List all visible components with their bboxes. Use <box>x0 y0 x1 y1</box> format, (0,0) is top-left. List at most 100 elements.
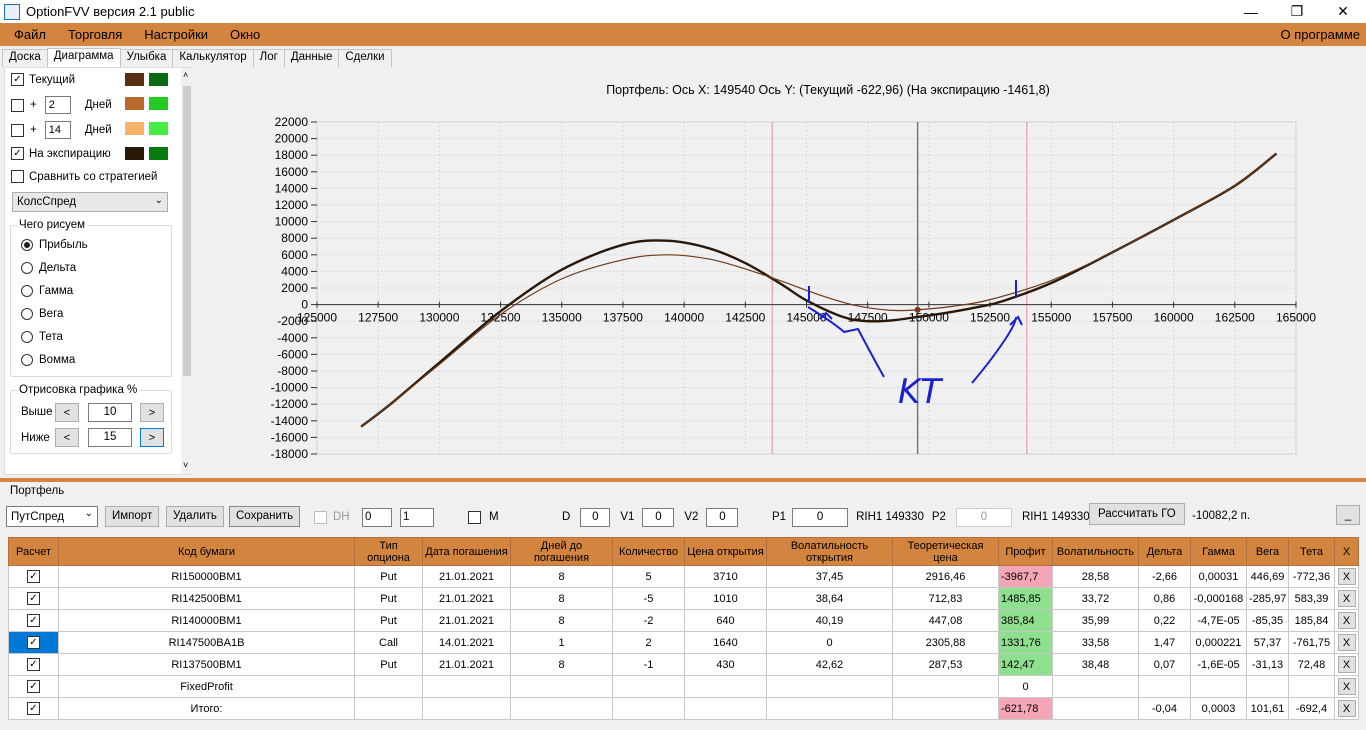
v2-input[interactable]: 0 <box>706 507 739 527</box>
compare-checkbox[interactable] <box>11 170 24 183</box>
radio-delta[interactable] <box>21 262 33 274</box>
cell-type[interactable]: Put <box>354 653 423 676</box>
cell-theta[interactable]: -761,75 <box>1288 631 1335 654</box>
col-qty[interactable]: Количество <box>612 537 685 566</box>
cell-vol[interactable]: 35,99 <box>1052 609 1139 632</box>
cell-vega[interactable]: -85,35 <box>1246 609 1289 632</box>
minimize-button[interactable]: — <box>1228 0 1274 23</box>
tab-smile[interactable]: Улыбка <box>119 49 174 67</box>
cell-gamma[interactable]: 0,00031 <box>1190 565 1247 588</box>
row-calc-cell[interactable]: ✓ <box>8 565 59 588</box>
radio-vega[interactable] <box>21 308 33 320</box>
row-calc-checkbox[interactable]: ✓ <box>27 680 40 693</box>
m-checkbox[interactable] <box>468 510 481 524</box>
col-vega[interactable]: Вега <box>1246 537 1289 566</box>
cell-code[interactable]: RI142500BM1 <box>58 587 355 610</box>
days2-color-swatch-2[interactable] <box>149 122 168 135</box>
table-row[interactable]: ✓ Итого: -621,78 -0,04 0,0003 101,61 -692,4 X <box>8 697 1359 720</box>
radio-gamma[interactable] <box>21 285 33 297</box>
cell-days[interactable]: 8 <box>510 653 613 676</box>
cell-gamma[interactable]: 0,000221 <box>1190 631 1247 654</box>
current-color-swatch[interactable] <box>125 73 144 86</box>
below-increase-button[interactable]: > <box>140 428 164 447</box>
tab-log[interactable]: Лог <box>252 49 285 67</box>
restore-button[interactable]: ❐ <box>1274 0 1320 23</box>
cell-gamma[interactable]: -1,6E-05 <box>1190 653 1247 676</box>
cell-profit[interactable]: 1331,76 <box>998 631 1053 654</box>
cell-theta[interactable]: 72,48 <box>1288 653 1335 676</box>
cell-delta[interactable]: 0,07 <box>1138 653 1191 676</box>
import-button[interactable]: Импорт <box>105 505 160 527</box>
cell-qty[interactable]: 2 <box>612 631 685 654</box>
cell-open-price[interactable]: 1640 <box>684 631 767 654</box>
days2-color-swatch[interactable] <box>125 122 144 135</box>
p2-input[interactable]: 0 <box>955 507 1012 527</box>
above-increase-button[interactable]: > <box>140 403 164 422</box>
row-calc-checkbox[interactable]: ✓ <box>27 570 40 583</box>
cell-theo[interactable]: 2305,88 <box>892 631 999 654</box>
strategy-select[interactable]: КолсСпред ⌄ <box>12 192 168 212</box>
tab-data[interactable]: Данные <box>283 49 340 67</box>
remove-row-button[interactable]: X <box>1337 590 1356 607</box>
cell-theo[interactable]: 447,08 <box>892 609 999 632</box>
portfolio-select[interactable]: ПутСпред ⌄ <box>6 506 98 527</box>
tab-board[interactable]: Доска <box>2 49 48 67</box>
col-theta[interactable]: Тета <box>1288 537 1335 566</box>
cell-theta[interactable]: 185,84 <box>1288 609 1335 632</box>
expiry-color-swatch-2[interactable] <box>149 147 168 160</box>
cell-open-vol[interactable]: 38,64 <box>766 587 893 610</box>
cell-vol[interactable]: 38,48 <box>1052 653 1139 676</box>
cell-code[interactable]: RI137500BM1 <box>58 653 355 676</box>
tab-deals[interactable]: Сделки <box>338 49 392 67</box>
days2-input[interactable]: 14 <box>44 121 71 139</box>
cell-theo[interactable]: 2916,46 <box>892 565 999 588</box>
row-calc-cell[interactable]: ✓ <box>8 697 59 720</box>
row-calc-checkbox[interactable]: ✓ <box>27 592 40 605</box>
cell-theo[interactable]: 287,53 <box>892 653 999 676</box>
row-calc-checkbox[interactable]: ✓ <box>27 636 40 649</box>
cell-delta[interactable]: 1,47 <box>1138 631 1191 654</box>
cell-gamma[interactable]: -0,000168 <box>1190 587 1247 610</box>
cell-code[interactable]: RI150000BM1 <box>58 565 355 588</box>
tab-diagram[interactable]: Диаграмма <box>46 48 121 68</box>
cell-vol[interactable]: 28,58 <box>1052 565 1139 588</box>
col-type[interactable]: Тип опциона <box>354 537 423 566</box>
col-profit[interactable]: Профит <box>998 537 1053 566</box>
table-row[interactable]: ✓ RI150000BM1 Put 21.01.2021 8 5 3710 37,45 2916… <box>8 565 1359 588</box>
splitter[interactable] <box>0 478 1366 482</box>
cell-open-price[interactable]: 1010 <box>684 587 767 610</box>
cell-open-vol[interactable]: 40,19 <box>766 609 893 632</box>
v1-input[interactable]: 0 <box>642 507 675 527</box>
remove-row-button[interactable]: X <box>1337 568 1356 585</box>
remove-row-button[interactable]: X <box>1337 700 1356 717</box>
radio-profit[interactable] <box>21 239 33 251</box>
row-calc-cell[interactable]: ✓ <box>8 587 59 610</box>
below-value[interactable]: 15 <box>88 428 132 447</box>
cell-delta[interactable]: 0,86 <box>1138 587 1191 610</box>
panel-scrollbar[interactable]: ˄ ˅ <box>181 68 193 474</box>
radio-theta[interactable] <box>21 331 33 343</box>
cell-open-vol[interactable]: 37,45 <box>766 565 893 588</box>
col-gamma[interactable]: Гамма <box>1190 537 1247 566</box>
cell-vega[interactable]: -285,97 <box>1246 587 1289 610</box>
cell-open-price[interactable]: 3710 <box>684 565 767 588</box>
expiry-color-swatch[interactable] <box>125 147 144 160</box>
col-expiry[interactable]: Дата погашения <box>422 537 511 566</box>
cell-code[interactable]: RI147500BA1B <box>58 631 355 654</box>
cell-days[interactable]: 8 <box>510 565 613 588</box>
scroll-thumb[interactable] <box>183 86 191 376</box>
below-decrease-button[interactable]: < <box>55 428 79 447</box>
cell-type[interactable]: Call <box>354 631 423 654</box>
row-calc-cell[interactable]: ✓ <box>8 653 59 676</box>
cell-delta[interactable]: 0,22 <box>1138 609 1191 632</box>
above-decrease-button[interactable]: < <box>55 403 79 422</box>
cell-open-price[interactable]: 430 <box>684 653 767 676</box>
scroll-down-icon[interactable]: ˅ <box>183 460 188 470</box>
above-value[interactable]: 10 <box>88 403 132 422</box>
current-checkbox[interactable]: ✓ <box>11 73 24 86</box>
cell-theo[interactable]: 712,83 <box>892 587 999 610</box>
cell-vega[interactable]: 446,69 <box>1246 565 1289 588</box>
cell-expiry[interactable]: 21.01.2021 <box>422 609 511 632</box>
col-code[interactable]: Код бумаги <box>58 537 355 566</box>
cell-qty[interactable]: -2 <box>612 609 685 632</box>
